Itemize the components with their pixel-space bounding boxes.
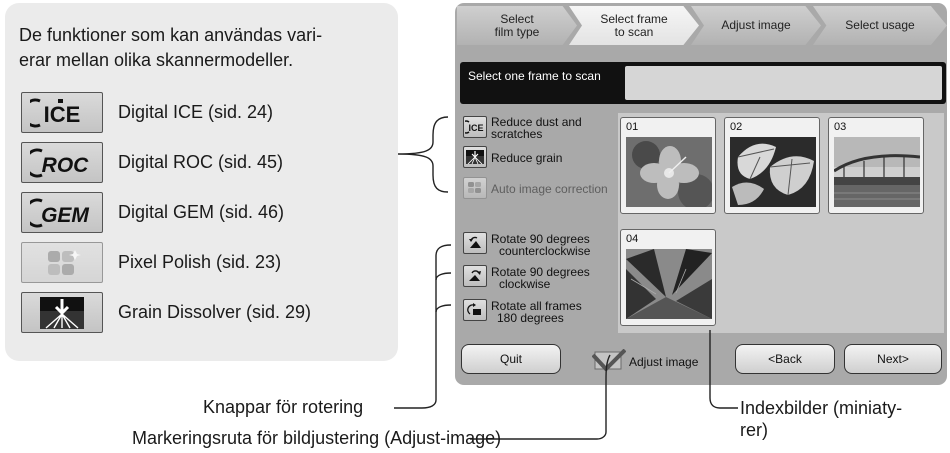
callout-rotation-buttons: Knappar för rotering: [203, 397, 364, 417]
callout-thumbnails: Indexbilder (miniaty- rer): [740, 398, 903, 440]
callout-adjust-checkbox: Markeringsruta för bildjustering (Adjust…: [132, 428, 502, 448]
callout-lines: [394, 116, 738, 440]
